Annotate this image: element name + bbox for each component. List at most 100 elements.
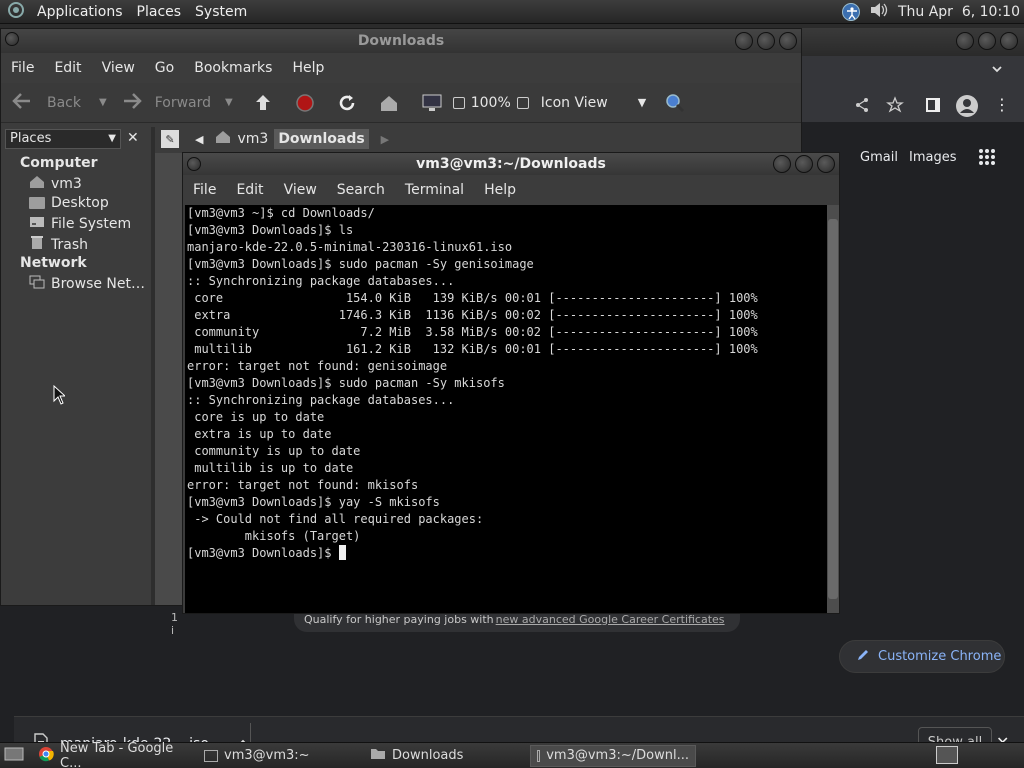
places-dropdown-icon: ▼ [108,133,116,144]
close-button[interactable] [779,32,797,50]
sidebar-item-trash[interactable]: Trash [29,235,88,254]
terminal-line: core 154.0 KiB 139 KiB/s 00:01 [--------… [187,291,758,305]
edit-path-icon[interactable]: ✎ [161,130,179,148]
menu-edit[interactable]: Edit [226,182,273,198]
terminal-scrollbar[interactable] [827,205,839,613]
side-panel-icon[interactable] [926,98,940,112]
file-view[interactable]: 1 i [155,153,183,637]
terminal-scrollbar-thumb[interactable] [828,219,838,599]
close-button[interactable] [817,155,835,173]
gmail-link[interactable]: Gmail [860,150,898,165]
window-menu-button[interactable] [5,32,19,46]
maximize-button[interactable] [757,32,775,50]
zoom-in-icon[interactable] [516,96,529,109]
trash-icon [29,235,45,254]
path-left-arrow-icon[interactable]: ◀ [195,133,203,146]
view-mode-value: Icon View [540,94,608,111]
share-icon[interactable] [854,97,870,117]
back-dropdown-icon[interactable]: ▼ [99,97,107,108]
menu-go[interactable]: Go [145,60,184,76]
customize-chrome-button[interactable]: Customize Chrome [839,640,1005,673]
menu-search[interactable]: Search [327,182,395,198]
home-icon[interactable] [379,94,399,112]
menu-edit[interactable]: Edit [44,60,91,76]
profile-avatar-icon[interactable] [956,95,978,117]
view-mode-select[interactable]: Icon View ▼ [541,95,646,111]
task-terminal-downloads[interactable]: vm3@vm3:~/Downl... [530,744,696,767]
terminal-line: manjaro-kde-22.0.5-minimal-230316-linux6… [187,240,513,254]
minimize-button[interactable] [956,32,974,50]
task-downloads[interactable]: Downloads [364,745,530,767]
sidebar-item-vm3[interactable]: vm3 [29,175,82,193]
chrome-tabbar [800,56,1024,90]
stop-icon[interactable] [295,93,315,113]
minimize-button[interactable] [773,155,791,173]
back-button[interactable]: Back ▼ [11,92,107,114]
menu-help[interactable]: Help [282,60,334,76]
menu-view[interactable]: View [274,182,327,198]
workspace-switcher[interactable] [936,746,958,764]
window-menu-button[interactable] [187,157,201,171]
sidebar-item-file-system[interactable]: File System [29,215,131,233]
maximize-button[interactable] [795,155,813,173]
close-button[interactable] [1000,32,1018,50]
forward-dropdown-icon[interactable]: ▼ [225,97,233,108]
folder-icon [370,747,386,764]
places-menu[interactable]: Places [130,4,189,20]
terminal-line: error: target not found: genisoimage [187,359,448,373]
menu-file[interactable]: File [1,60,44,76]
places-select[interactable]: Places ▼ [5,129,121,149]
task-terminal-home[interactable]: vm3@vm3:~ [198,745,364,767]
terminal-line: core is up to date [187,410,325,424]
zoom-out-icon[interactable] [452,96,465,109]
chrome-menu-icon[interactable]: ⋮ [994,96,1010,114]
terminal-titlebar[interactable]: vm3@vm3:~/Downloads [183,153,839,175]
forward-button[interactable]: Forward ▼ [121,92,233,114]
task-chrome[interactable]: New Tab - Google C... [32,741,198,768]
volume-icon[interactable] [868,0,890,24]
places-select-value: Places [10,131,52,146]
menu-view[interactable]: View [92,60,145,76]
bookmark-star-icon[interactable] [886,96,904,118]
computer-icon[interactable] [421,93,443,113]
path-right-arrow-icon[interactable]: ▶ [381,133,389,146]
terminal-output[interactable]: [vm3@vm3 ~]$ cd Downloads/ [vm3@vm3 Downl… [185,205,827,613]
close-sidebar-icon[interactable]: ✕ [127,130,139,146]
menu-terminal[interactable]: Terminal [395,182,474,198]
menu-file[interactable]: File [183,182,226,198]
menu-help[interactable]: Help [474,182,526,198]
maximize-button[interactable] [978,32,996,50]
images-link[interactable]: Images [909,150,957,165]
path-vm3-button[interactable]: vm3 [215,130,268,148]
status-text: 1 i [171,611,178,637]
minimize-button[interactable] [735,32,753,50]
path-downloads-button[interactable]: Downloads [274,129,369,149]
promo-link[interactable]: new advanced Google Career Certificates [496,613,725,626]
task-label: Downloads [392,748,464,763]
search-icon[interactable] [664,92,686,114]
terminal-title: vm3@vm3:~/Downloads [416,156,606,172]
apps-grid-icon[interactable] [978,148,996,170]
terminal-line: [vm3@vm3 Downloads]$ sudo pacman -Sy mki… [187,376,505,390]
sidebar-item-desktop[interactable]: Desktop [29,195,109,211]
show-desktop-icon[interactable] [4,746,24,766]
reload-icon[interactable] [337,93,357,113]
distro-logo-icon[interactable] [6,1,26,23]
chrome-icon [38,746,54,766]
places-sidebar: Places ▼ ✕ Computer vm3 Desktop File Sys… [1,127,149,605]
terminal-prompt-line[interactable]: [vm3@vm3 Downloads]$ [187,545,825,562]
sidebar-item-browse-network[interactable]: Browse Net… [29,275,145,293]
terminal-icon [537,749,541,762]
applications-menu[interactable]: Applications [30,4,130,20]
tab-search-chevron-icon[interactable] [990,62,1004,80]
terminal-line: multilib is up to date [187,461,354,475]
accessibility-icon[interactable] [841,3,860,21]
terminal-prompt: [vm3@vm3 Downloads]$ [187,546,339,560]
up-arrow-icon[interactable] [253,93,273,113]
file-manager-titlebar[interactable]: Downloads [1,29,801,53]
clock[interactable]: Thu Apr 6, 10:10 [898,4,1020,20]
menu-bookmarks[interactable]: Bookmarks [184,60,282,76]
terminal-line: community 7.2 MiB 3.58 MiB/s 00:02 [----… [187,325,758,339]
file-manager-menubar: File Edit View Go Bookmarks Help [1,55,801,81]
system-menu[interactable]: System [188,4,254,20]
